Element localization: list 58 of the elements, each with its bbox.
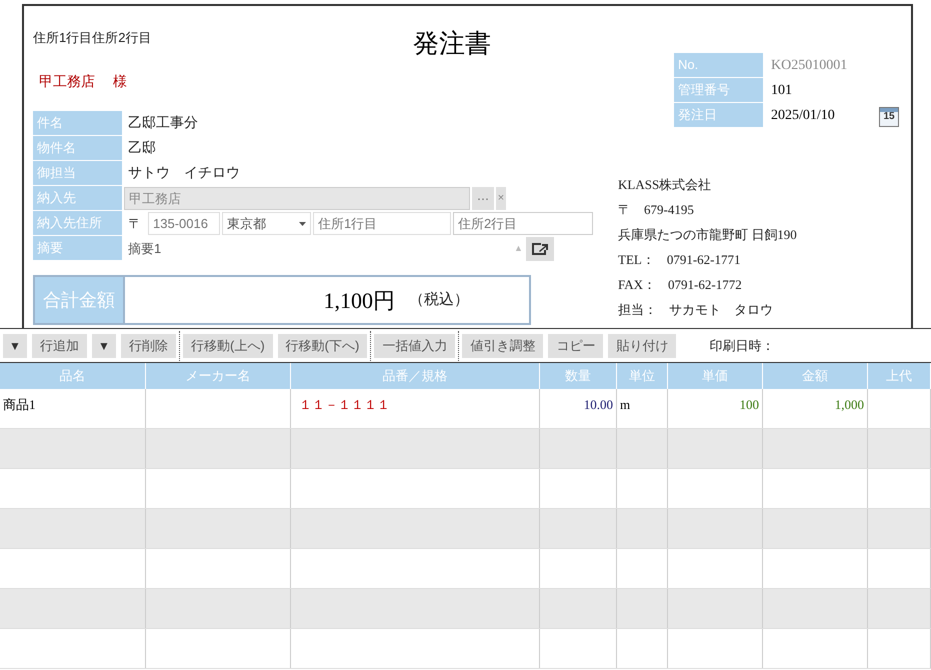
- table-cell: 10.00: [584, 397, 613, 412]
- dropdown-button[interactable]: ▼: [3, 334, 27, 358]
- tel-number: 0791-62-1771: [666, 251, 740, 269]
- company-postal: 〒 679-4195: [618, 201, 695, 219]
- table-cell: 商品1: [3, 397, 36, 412]
- field-label: 管理番号: [674, 78, 763, 103]
- field-label: 納入先住所: [33, 211, 122, 236]
- postal-mark: 〒: [128, 214, 142, 233]
- prefecture-select[interactable]: 東京都: [222, 212, 311, 235]
- zip-field[interactable]: 135-0016: [148, 212, 220, 235]
- fax-label: FAX：: [618, 276, 656, 294]
- table-cell: 1,000: [834, 397, 864, 412]
- caret-icon: [299, 222, 306, 226]
- table-cell: １１－１１１１: [299, 397, 390, 412]
- contact-name: サカモト タロウ: [669, 301, 773, 319]
- field-value: 乙邸: [127, 140, 156, 158]
- toolbar-button[interactable]: 貼り付け: [608, 334, 676, 358]
- dropdown-button[interactable]: ▼: [92, 334, 116, 358]
- field-label: 御担当: [33, 161, 122, 186]
- field-label: 摘要: [33, 236, 122, 261]
- address-line-field[interactable]: 住所1行目: [313, 212, 451, 235]
- toolbar-button[interactable]: 一括値入力: [374, 334, 456, 358]
- contact-label: 担当：: [618, 301, 657, 319]
- memo-field[interactable]: 摘要1: [124, 238, 514, 258]
- print-date-label: 印刷日時：: [709, 337, 774, 356]
- total-label: 合計金額: [35, 277, 123, 323]
- toolbar-button[interactable]: 行削除: [121, 334, 176, 358]
- document-title: 発注書: [413, 28, 491, 60]
- export-icon: [530, 240, 550, 256]
- field-label: No.: [674, 53, 763, 78]
- table-cell: 100: [740, 397, 759, 412]
- fax-number: 0791-62-1772: [668, 276, 742, 294]
- calendar-icon[interactable]: 15: [879, 107, 899, 127]
- field-label: 件名: [33, 111, 122, 136]
- total-amount: 1,100円: [324, 286, 395, 314]
- address-text: 住所1行目住所2行目: [33, 29, 152, 47]
- toolbar-button[interactable]: 値引き調整: [462, 334, 544, 358]
- address-line-field[interactable]: 住所2行目: [453, 212, 593, 235]
- field-value: 乙邸工事分: [127, 114, 198, 133]
- toolbar-button[interactable]: 行移動(下へ): [278, 334, 368, 358]
- company-address: 兵庫県たつの市龍野町 日飼190: [618, 226, 798, 244]
- field-label: 納入先: [33, 186, 122, 211]
- field-value: サトウ イチロウ: [127, 165, 240, 183]
- export-button[interactable]: [526, 236, 554, 260]
- toolbar-button[interactable]: 行追加: [32, 334, 87, 358]
- company-name: KLASS株式会社: [618, 176, 712, 194]
- customer-name: 甲工務店: [39, 72, 95, 91]
- field-label: 物件名: [33, 136, 122, 161]
- tax-note: （税込）: [409, 290, 469, 310]
- order-info-value: 101: [770, 82, 793, 100]
- toolbar-button[interactable]: 行移動(上へ): [183, 334, 273, 358]
- toolbar-button[interactable]: コピー: [548, 334, 604, 358]
- table-cell: m: [620, 397, 630, 412]
- field-label: 発注日: [674, 103, 763, 128]
- order-info-value: KO25010001: [770, 57, 848, 75]
- order-info-value: 2025/01/10: [770, 107, 836, 125]
- tel-label: TEL：: [618, 251, 655, 269]
- honorific: 様: [113, 72, 127, 91]
